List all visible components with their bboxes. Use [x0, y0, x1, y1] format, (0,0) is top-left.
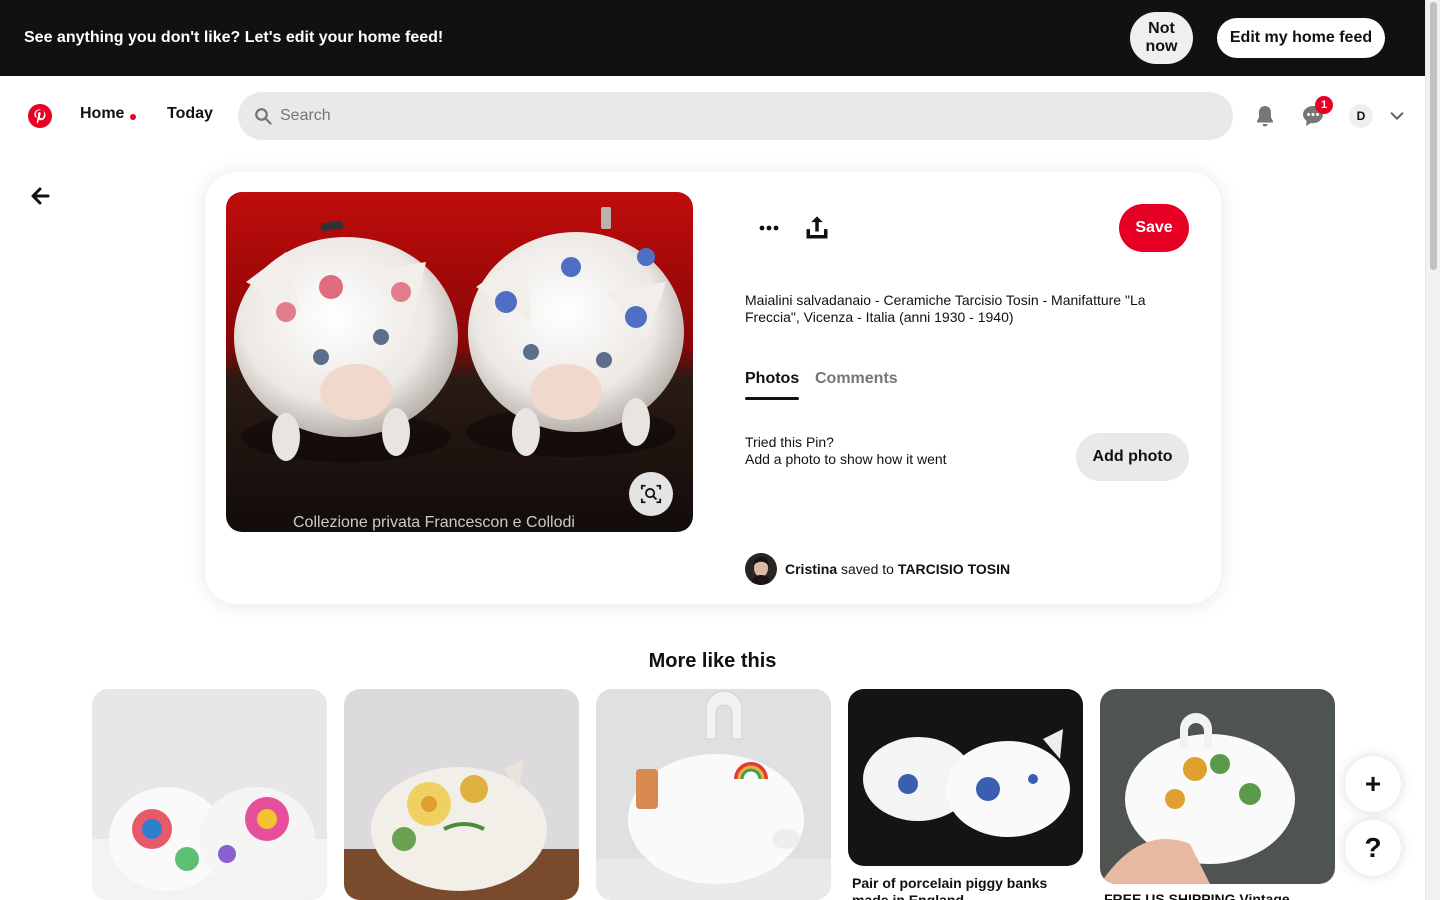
question-icon: ? [1364, 832, 1382, 863]
search-icon [255, 108, 272, 125]
visual-search-button[interactable] [629, 472, 673, 516]
related-pin-5[interactable] [1100, 689, 1335, 884]
related-pin-4[interactable] [848, 689, 1083, 866]
chevron-down-icon[interactable] [1389, 108, 1405, 124]
messages-badge: 1 [1315, 96, 1333, 114]
top-navigation: Home Today 1 D [0, 76, 1425, 156]
related-pin-image [848, 689, 1083, 866]
nav-home[interactable]: Home [80, 105, 124, 123]
user-avatar[interactable]: D [1349, 104, 1373, 128]
more-like-this-heading: More like this [648, 650, 777, 672]
edit-home-feed-button[interactable]: Edit my home feed [1217, 18, 1385, 58]
more-options-icon[interactable] [753, 212, 785, 244]
home-new-indicator [130, 114, 136, 120]
related-pin-3[interactable] [596, 689, 831, 900]
related-pin-image [596, 689, 831, 900]
page-scrollbar[interactable] [1425, 0, 1440, 900]
tried-title: Tried this Pin? [745, 434, 834, 450]
tried-subtitle: Add a photo to show how it went [745, 451, 947, 467]
active-tab-indicator [745, 397, 799, 400]
search-bar[interactable] [238, 92, 1233, 140]
create-button[interactable]: + [1345, 756, 1401, 812]
saver-name[interactable]: Cristina [785, 561, 837, 577]
banner-message: See anything you don't like? Let's edit … [24, 29, 444, 46]
related-pin-1[interactable] [92, 689, 327, 900]
image-watermark: Collezione privata Francescon e Collodi [293, 514, 575, 531]
related-pin-image [344, 689, 579, 900]
help-button[interactable]: ? [1345, 820, 1401, 876]
tab-comments[interactable]: Comments [815, 370, 898, 388]
related-pin-2[interactable] [344, 689, 579, 900]
board-name[interactable]: TARCISIO TOSIN [898, 561, 1010, 577]
bell-icon[interactable] [1253, 104, 1277, 128]
nav-today[interactable]: Today [167, 105, 213, 123]
pin-description: Maialini salvadanaio - Ceramiche Tarcisi… [745, 292, 1146, 325]
edit-feed-banner: See anything you don't like? Let's edit … [0, 0, 1425, 76]
back-arrow-icon[interactable] [28, 184, 52, 208]
not-now-button[interactable]: Not now [1130, 12, 1193, 64]
saved-to-text: saved to [841, 561, 894, 577]
pin-image[interactable]: Collezione privata Francescon e Collodi [226, 192, 693, 532]
tab-photos[interactable]: Photos [745, 370, 799, 388]
related-pin-5-caption[interactable]: FREE US SHIPPING Vintage [1104, 891, 1324, 900]
add-photo-button[interactable]: Add photo [1076, 433, 1189, 481]
saver-avatar[interactable] [745, 553, 777, 585]
saved-by-info: Cristina saved to TARCISIO TOSIN [745, 553, 1010, 585]
scrollbar-thumb[interactable] [1430, 2, 1437, 270]
related-pin-4-caption[interactable]: Pair of porcelain piggy banks made in En… [852, 875, 1072, 900]
share-icon[interactable] [803, 214, 831, 242]
saver-photo [745, 553, 777, 585]
pin-closeup-card: Collezione privata Francescon e Collodi … [205, 172, 1221, 604]
pinterest-logo-icon[interactable] [28, 104, 52, 128]
plus-icon: + [1364, 768, 1382, 799]
lens-search-icon [640, 484, 662, 504]
tried-this-pin: Tried this Pin? Add a photo to show how … [745, 434, 947, 468]
related-pin-image [92, 689, 327, 900]
piggy-banks-photo [226, 192, 693, 532]
search-input[interactable] [280, 107, 1180, 125]
save-button[interactable]: Save [1119, 204, 1189, 252]
related-pin-image [1100, 689, 1335, 884]
